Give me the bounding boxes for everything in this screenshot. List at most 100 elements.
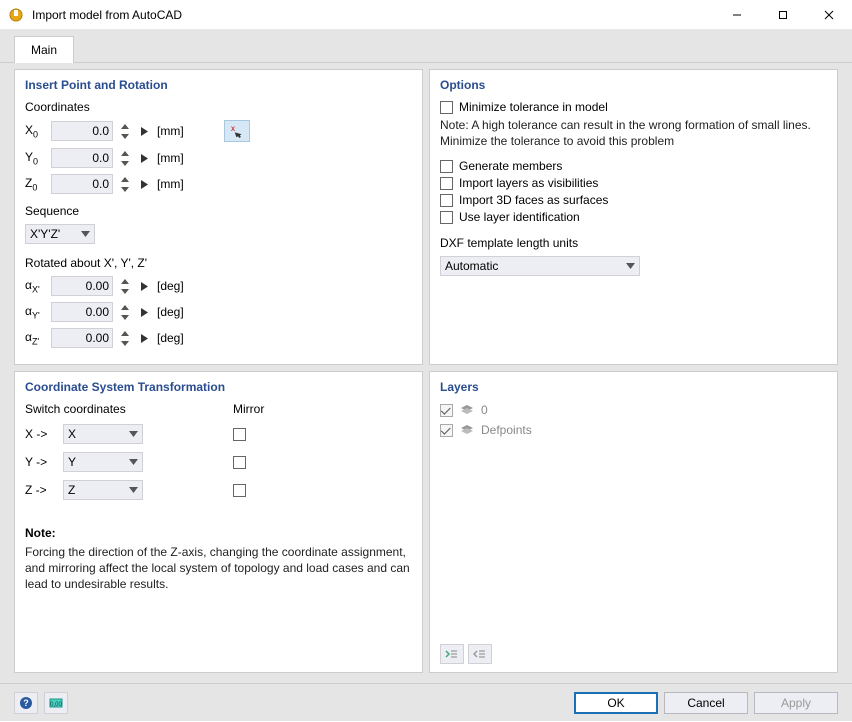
checkbox-gen-members[interactable]: [440, 160, 453, 173]
angle-label-z: αZ': [25, 330, 45, 346]
play-button-x[interactable]: [137, 121, 151, 141]
spinner-ay[interactable]: [119, 302, 131, 322]
mirror-header: Mirror: [233, 402, 253, 416]
spinner-x[interactable]: [119, 121, 131, 141]
label-gen-members: Generate members: [459, 159, 562, 173]
mirror-x-checkbox[interactable]: [233, 428, 246, 441]
select-all-layers-button[interactable]: [440, 644, 464, 664]
layer-row-0: 0: [440, 402, 827, 418]
unit-x: [mm]: [157, 124, 184, 138]
content-area: Insert Point and Rotation Coordinates X0…: [0, 63, 852, 683]
mirror-z-checkbox[interactable]: [233, 484, 246, 497]
spinner-up-icon[interactable]: [119, 174, 131, 184]
spinner-ax[interactable]: [119, 276, 131, 296]
switch-x-select[interactable]: X: [63, 424, 143, 444]
play-button-y[interactable]: [137, 148, 151, 168]
layer-checkbox-0: [440, 404, 453, 417]
panel-title-coordsys: Coordinate System Transformation: [25, 380, 412, 394]
spinner-down-icon[interactable]: [119, 338, 131, 348]
coord-row-y: Y0 [mm]: [25, 148, 412, 168]
angle-input-y[interactable]: [51, 302, 113, 322]
coord-label-z: Z0: [25, 176, 45, 192]
coord-input-x[interactable]: [51, 121, 113, 141]
spinner-down-icon[interactable]: [119, 184, 131, 194]
spinner-down-icon[interactable]: [119, 158, 131, 168]
unit-az: [deg]: [157, 331, 184, 345]
spinner-down-icon[interactable]: [119, 131, 131, 141]
options-note: Note: A high tolerance can result in the…: [440, 117, 827, 149]
angle-input-z[interactable]: [51, 328, 113, 348]
layer-icon: [459, 402, 475, 418]
spinner-up-icon[interactable]: [119, 302, 131, 312]
ok-button[interactable]: OK: [574, 692, 658, 714]
play-button-z[interactable]: [137, 174, 151, 194]
switch-x-value: X: [68, 427, 76, 441]
option-import-layers-vis: Import layers as visibilities: [440, 176, 827, 190]
checkbox-import-3d[interactable]: [440, 194, 453, 207]
chevron-down-icon: [626, 263, 635, 269]
tab-main[interactable]: Main: [14, 36, 74, 63]
maximize-button[interactable]: [760, 0, 806, 30]
label-minimize: Minimize tolerance in model: [459, 100, 608, 114]
dxf-units-select[interactable]: Automatic: [440, 256, 640, 276]
minimize-button[interactable]: [714, 0, 760, 30]
coord-input-y[interactable]: [51, 148, 113, 168]
checkbox-use-layer-id[interactable]: [440, 211, 453, 224]
spinner-z[interactable]: [119, 174, 131, 194]
layer-checkbox-defpoints: [440, 424, 453, 437]
layer-name-defpoints: Defpoints: [481, 423, 532, 437]
coordsys-note-body: Forcing the direction of the Z-axis, cha…: [25, 544, 412, 593]
angle-input-x[interactable]: [51, 276, 113, 296]
switch-z-select[interactable]: Z: [63, 480, 143, 500]
apply-button[interactable]: Apply: [754, 692, 838, 714]
spinner-down-icon[interactable]: [119, 286, 131, 296]
angle-row-z: αZ' [deg]: [25, 328, 412, 348]
panel-title-layers: Layers: [440, 380, 827, 394]
unit-ax: [deg]: [157, 279, 184, 293]
bottom-bar: ? 0,00 OK Cancel Apply: [0, 683, 852, 721]
chevron-down-icon: [129, 431, 138, 437]
mirror-y-checkbox[interactable]: [233, 456, 246, 469]
spinner-up-icon[interactable]: [119, 121, 131, 131]
spinner-az[interactable]: [119, 328, 131, 348]
close-button[interactable]: [806, 0, 852, 30]
switch-y-select[interactable]: Y: [63, 452, 143, 472]
coord-row-x: X0 [mm] x: [25, 120, 412, 142]
x-arrow-label: X ->: [25, 427, 63, 441]
chevron-down-icon: [129, 459, 138, 465]
svg-text:x: x: [231, 124, 235, 133]
spinner-down-icon[interactable]: [119, 312, 131, 322]
y-arrow-label: Y ->: [25, 455, 63, 469]
panel-options: Options Minimize tolerance in model Note…: [429, 69, 838, 365]
switch-z-value: Z: [68, 483, 75, 497]
coord-input-z[interactable]: [51, 174, 113, 194]
option-import-3d: Import 3D faces as surfaces: [440, 193, 827, 207]
sequence-select[interactable]: X'Y'Z': [25, 224, 95, 244]
deselect-all-layers-button[interactable]: [468, 644, 492, 664]
option-use-layer-id: Use layer identification: [440, 210, 827, 224]
dxf-units-label: DXF template length units: [440, 236, 827, 250]
layer-name-0: 0: [481, 403, 488, 417]
help-button[interactable]: ?: [14, 692, 38, 714]
spinner-y[interactable]: [119, 148, 131, 168]
dxf-units-value: Automatic: [445, 259, 498, 273]
checkbox-minimize[interactable]: [440, 101, 453, 114]
cancel-button[interactable]: Cancel: [664, 692, 748, 714]
checkbox-import-layers-vis[interactable]: [440, 177, 453, 190]
svg-text:0,00: 0,00: [50, 702, 62, 708]
app-icon: [8, 7, 24, 23]
play-button-ax[interactable]: [137, 276, 151, 296]
spinner-up-icon[interactable]: [119, 328, 131, 338]
play-button-az[interactable]: [137, 328, 151, 348]
panel-title-options: Options: [440, 78, 827, 92]
angle-label-x: αX': [25, 278, 45, 294]
tab-bar: Main: [0, 30, 852, 63]
play-button-ay[interactable]: [137, 302, 151, 322]
spinner-up-icon[interactable]: [119, 148, 131, 158]
layer-icon: [459, 422, 475, 438]
pick-point-button[interactable]: x: [224, 120, 250, 142]
coord-label-x: X0: [25, 123, 45, 139]
spinner-up-icon[interactable]: [119, 276, 131, 286]
units-button[interactable]: 0,00: [44, 692, 68, 714]
sequence-label: Sequence: [25, 204, 412, 218]
